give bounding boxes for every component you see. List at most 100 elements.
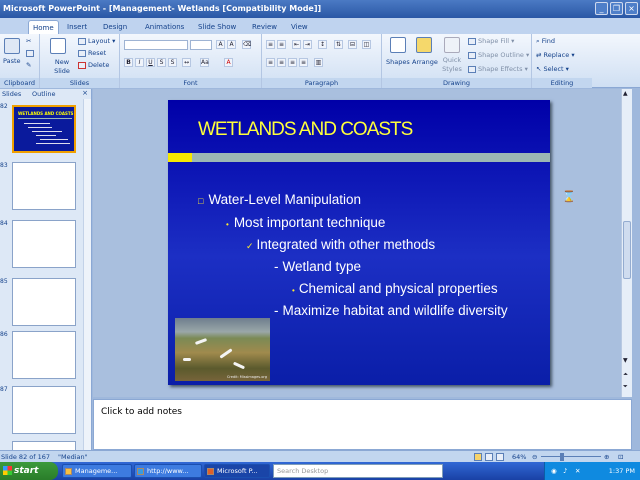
slide-scrollbar[interactable]: ▲ ▼ ⏶ ⏷ xyxy=(621,89,632,397)
notes-placeholder[interactable]: Click to add notes xyxy=(101,407,182,417)
paste-icon[interactable] xyxy=(4,38,20,54)
select-button[interactable]: ↖ Select ▾ xyxy=(536,65,569,74)
text-direction-icon[interactable]: ⇅ xyxy=(334,40,343,49)
format-painter-icon[interactable]: ✎ xyxy=(26,61,31,70)
underline-icon[interactable]: U xyxy=(146,58,155,67)
arrange-button[interactable]: Arrange xyxy=(412,58,438,67)
align-right-icon[interactable]: ≡ xyxy=(288,58,297,67)
slides-pane-scrollbar[interactable] xyxy=(83,99,91,451)
numbering-icon[interactable]: ≡ xyxy=(277,40,286,49)
char-spacing-icon[interactable]: ↔ xyxy=(182,58,191,67)
font-name-input[interactable] xyxy=(124,40,188,50)
zoom-slider-thumb[interactable] xyxy=(560,453,564,461)
change-case-icon[interactable]: Aa xyxy=(200,58,209,67)
bullets-icon[interactable]: ≡ xyxy=(266,40,275,49)
new-slide-icon[interactable] xyxy=(50,38,66,54)
tab-view[interactable]: View xyxy=(291,20,308,34)
slide-thumbnail[interactable] xyxy=(12,386,76,434)
justify-icon[interactable]: ≡ xyxy=(299,58,308,67)
tab-slides[interactable]: Slides xyxy=(2,89,21,99)
network-icon[interactable]: ◉ xyxy=(551,462,557,480)
slide-sorter-icon[interactable] xyxy=(485,453,493,461)
security-icon[interactable]: ✕ xyxy=(575,462,580,480)
taskbar-button[interactable]: Manageme... xyxy=(62,464,132,478)
bullet-level-1[interactable]: □ Water-Level Manipulation xyxy=(198,192,361,207)
font-size-input[interactable] xyxy=(190,40,212,50)
previous-slide-icon[interactable]: ⏶ xyxy=(623,371,628,379)
shape-fill-button[interactable]: Shape Fill ▾ xyxy=(468,37,514,46)
arrange-icon[interactable] xyxy=(416,37,432,53)
shape-effects-button[interactable]: Shape Effects ▾ xyxy=(468,65,528,74)
delete-button[interactable]: Delete xyxy=(78,61,109,70)
tab-slide-show[interactable]: Slide Show xyxy=(198,20,236,34)
layout-button[interactable]: Layout ▾ xyxy=(78,37,115,46)
slide-thumbnail-active[interactable]: WETLANDS AND COASTS xyxy=(12,105,76,153)
restore-icon[interactable]: ❐ xyxy=(610,2,623,15)
close-icon[interactable]: × xyxy=(625,2,638,15)
shape-outline-button[interactable]: Shape Outline ▾ xyxy=(468,51,529,60)
bullet-level-5[interactable]: • Chemical and physical properties xyxy=(292,281,498,296)
normal-view-icon[interactable] xyxy=(474,453,482,461)
tab-animations[interactable]: Animations xyxy=(145,20,184,34)
taskbar-button[interactable]: http://www... xyxy=(134,464,202,478)
replace-button[interactable]: ⇄ Replace ▾ xyxy=(536,51,575,60)
find-button[interactable]: ⌕ Find xyxy=(536,37,555,46)
grow-font-icon[interactable]: A xyxy=(216,40,225,49)
minimize-icon[interactable]: _ xyxy=(595,2,608,15)
desktop-search-input[interactable]: Search Desktop xyxy=(273,464,443,478)
bold-icon[interactable]: B xyxy=(124,58,133,67)
decrease-indent-icon[interactable]: ⇤ xyxy=(292,40,301,49)
taskbar-button-active[interactable]: Microsoft P... xyxy=(204,464,270,478)
tab-review[interactable]: Review xyxy=(252,20,277,34)
columns-icon[interactable]: ▥ xyxy=(314,58,323,67)
line-spacing-icon[interactable]: ↕ xyxy=(318,40,327,49)
shapes-icon[interactable] xyxy=(390,37,406,53)
italic-icon[interactable]: I xyxy=(135,58,144,67)
bullet-level-2[interactable]: • Most important technique xyxy=(226,215,385,230)
tab-design[interactable]: Design xyxy=(103,20,127,34)
align-center-icon[interactable]: ≡ xyxy=(277,58,286,67)
scroll-up-icon[interactable]: ▲ xyxy=(623,90,628,97)
wetland-photo[interactable]: Credit: Missimages.org xyxy=(175,318,270,381)
slide-title[interactable]: WETLANDS AND COASTS xyxy=(198,119,413,141)
quick-styles-icon[interactable] xyxy=(444,37,460,53)
scroll-down-icon[interactable]: ▼ xyxy=(623,357,628,364)
notes-pane[interactable]: Click to add notes xyxy=(93,399,632,450)
close-pane-icon[interactable]: × xyxy=(82,89,88,97)
quick-styles-button[interactable]: Quick Styles xyxy=(440,56,464,74)
volume-icon[interactable]: ♪ xyxy=(563,462,567,480)
copy-icon[interactable] xyxy=(26,49,36,58)
title-accent-bar xyxy=(168,153,192,162)
reset-label: Reset xyxy=(88,49,107,57)
tab-home[interactable]: Home xyxy=(28,20,59,34)
clear-format-icon[interactable]: ⌫ xyxy=(242,40,251,49)
bullet-level-4[interactable]: - Wetland type xyxy=(274,259,361,274)
smartart-icon[interactable]: ◫ xyxy=(362,40,371,49)
slide-thumbnail[interactable] xyxy=(12,162,76,210)
next-slide-icon[interactable]: ⏷ xyxy=(623,383,628,391)
font-color-icon[interactable]: A xyxy=(224,58,233,67)
start-button[interactable]: start xyxy=(0,462,58,480)
bullet-level-4[interactable]: - Maximize habitat and wildlife diversity xyxy=(274,303,508,318)
paste-button[interactable]: Paste xyxy=(3,57,21,66)
align-text-icon[interactable]: ⊟ xyxy=(348,40,357,49)
tab-insert[interactable]: Insert xyxy=(67,20,87,34)
align-left-icon[interactable]: ≡ xyxy=(266,58,275,67)
slide-thumbnail[interactable] xyxy=(12,220,76,268)
increase-indent-icon[interactable]: ⇥ xyxy=(303,40,312,49)
reset-button[interactable]: Reset xyxy=(78,49,106,58)
scrollbar-thumb[interactable] xyxy=(623,221,631,279)
slide-canvas[interactable]: WETLANDS AND COASTS □ Water-Level Manipul… xyxy=(168,100,550,385)
strikethrough-icon[interactable]: S xyxy=(157,58,166,67)
tab-outline[interactable]: Outline xyxy=(32,89,56,99)
zoom-slider[interactable] xyxy=(541,456,601,457)
slide-thumbnail[interactable] xyxy=(12,278,76,326)
shrink-font-icon[interactable]: A xyxy=(227,40,236,49)
new-slide-button[interactable]: New Slide xyxy=(48,58,76,76)
cut-icon[interactable]: ✂ xyxy=(26,37,31,46)
shadow-icon[interactable]: S xyxy=(168,58,177,67)
slide-show-icon[interactable] xyxy=(496,453,504,461)
slide-thumbnail[interactable] xyxy=(12,331,76,379)
shapes-button[interactable]: Shapes xyxy=(386,58,410,67)
bullet-level-3[interactable]: ✓ Integrated with other methods xyxy=(246,237,435,252)
